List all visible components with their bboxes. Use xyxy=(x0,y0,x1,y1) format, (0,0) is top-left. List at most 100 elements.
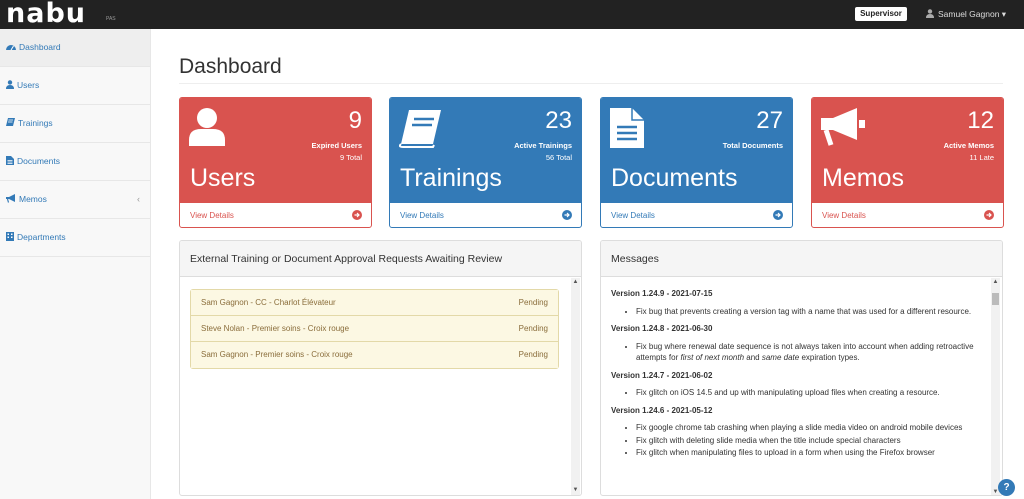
requests-list: Sam Gagnon - CC - Charlot Élévateur Pend… xyxy=(190,289,559,369)
panel-title: External Training or Document Approval R… xyxy=(180,241,581,277)
view-details-label: View Details xyxy=(822,211,866,220)
chevron-left-icon[interactable]: ‹ xyxy=(137,181,140,218)
scroll-up-icon[interactable]: ▲ xyxy=(991,278,1000,287)
view-details-label: View Details xyxy=(400,211,444,220)
document-icon xyxy=(610,108,644,148)
arrow-circle-right-icon xyxy=(562,210,572,220)
users-card: 9 Expired Users 9 Total Users View Detai… xyxy=(179,97,372,228)
arrow-circle-right-icon xyxy=(352,210,362,220)
scrollbar[interactable]: ▲ ▼ xyxy=(991,278,1000,495)
list-item[interactable]: Steve Nolan - Premier soins - Croix roug… xyxy=(191,316,558,342)
card-subtitle-2: 56 Total xyxy=(545,153,572,162)
sidebar-item-label: Users xyxy=(17,80,40,90)
bullhorn-icon xyxy=(821,108,865,146)
sidebar-item-users[interactable]: Users xyxy=(0,67,150,105)
book-icon xyxy=(6,118,15,126)
arrow-circle-right-icon xyxy=(984,210,994,220)
main-content: Dashboard 9 Expired Users 9 Total Users … xyxy=(151,29,1024,499)
sidebar-item-label: Dashboard xyxy=(19,42,61,52)
version-heading: Version 1.24.8 - 2021-06-30 xyxy=(611,324,713,333)
changelog-item: Fix google chrome tab crashing when play… xyxy=(636,422,989,434)
card-title: Trainings xyxy=(400,164,502,192)
user-icon xyxy=(6,80,14,89)
sidebar-item-dashboard[interactable]: Dashboard xyxy=(0,29,150,67)
approval-requests-panel: External Training or Document Approval R… xyxy=(179,240,582,496)
sidebar-item-departments[interactable]: Departments xyxy=(0,219,150,257)
card-count: 9 xyxy=(348,107,362,134)
card-count: 12 xyxy=(967,107,994,134)
changelog-list: Fix google chrome tab crashing when play… xyxy=(611,422,989,459)
sidebar-item-documents[interactable]: Documents xyxy=(0,143,150,181)
sidebar-item-label: Departments xyxy=(17,232,66,242)
panel-title: Messages xyxy=(601,241,1002,277)
card-count: 27 xyxy=(756,107,783,134)
list-item[interactable]: Sam Gagnon - Premier soins - Croix rouge… xyxy=(191,342,558,368)
changelog-list: Fix bug that prevents creating a version… xyxy=(611,306,989,318)
user-icon xyxy=(189,108,225,146)
card-header: 9 Expired Users 9 Total Users xyxy=(180,98,371,203)
help-button[interactable]: ? xyxy=(998,479,1015,496)
trainings-card: 23 Active Trainings 56 Total Trainings V… xyxy=(389,97,582,228)
request-name: Steve Nolan - Premier soins - Croix roug… xyxy=(201,324,350,333)
logo-subtitle: PAS xyxy=(106,16,116,22)
user-icon xyxy=(926,9,934,18)
messages-panel: Messages Version 1.24.9 - 2021-07-15 Fix… xyxy=(600,240,1003,496)
scroll-up-icon[interactable]: ▲ xyxy=(571,278,580,287)
user-name: Samuel Gagnon ▾ xyxy=(938,9,1007,19)
role-badge[interactable]: Supervisor xyxy=(855,7,907,21)
page-title: Dashboard xyxy=(179,55,282,78)
view-details-link[interactable]: View Details xyxy=(601,203,792,227)
card-title: Memos xyxy=(822,164,904,192)
user-menu[interactable]: Samuel Gagnon ▾ xyxy=(926,8,1006,20)
documents-card: 27 Total Documents Documents View Detail… xyxy=(600,97,793,228)
memos-card: 12 Active Memos 11 Late Memos View Detai… xyxy=(811,97,1004,228)
changelog-item: Fix glitch when manipulating files to up… xyxy=(636,447,989,459)
sidebar-item-label: Documents xyxy=(17,156,60,166)
version-heading: Version 1.24.9 - 2021-07-15 xyxy=(611,289,713,298)
request-name: Sam Gagnon - CC - Charlot Élévateur xyxy=(201,298,336,307)
view-details-link[interactable]: View Details xyxy=(390,203,581,227)
scrollbar[interactable]: ▲ ▼ xyxy=(571,278,580,495)
list-item[interactable]: Sam Gagnon - CC - Charlot Élévateur Pend… xyxy=(191,290,558,316)
messages-content: Version 1.24.9 - 2021-07-15 Fix bug that… xyxy=(611,288,989,465)
sidebar: Dashboard Users Trainings Documents Memo… xyxy=(0,29,151,499)
changelog-emphasis: first of next month xyxy=(680,353,745,362)
dashboard-icon xyxy=(6,45,16,51)
changelog-emphasis: same date xyxy=(761,353,800,362)
changelog-list: Fix glitch on iOS 14.5 and up with manip… xyxy=(611,387,989,399)
view-details-link[interactable]: View Details xyxy=(812,203,1003,227)
changelog-text: expiration types. xyxy=(799,353,860,362)
sidebar-item-trainings[interactable]: Trainings xyxy=(0,105,150,143)
card-count: 23 xyxy=(545,107,572,134)
card-subtitle-2: 9 Total xyxy=(340,153,362,162)
version-heading: Version 1.24.7 - 2021-06-02 xyxy=(611,370,713,380)
status-badge: Pending xyxy=(518,350,548,359)
app-logo[interactable]: nabu xyxy=(6,0,86,27)
request-name: Sam Gagnon - Premier soins - Croix rouge xyxy=(201,350,353,359)
sidebar-item-label: Trainings xyxy=(18,118,53,128)
card-header: 23 Active Trainings 56 Total Trainings xyxy=(390,98,581,203)
view-details-link[interactable]: View Details xyxy=(180,203,371,227)
card-subtitle: Expired Users xyxy=(311,141,362,150)
top-navbar: nabu PAS Supervisor Samuel Gagnon ▾ xyxy=(0,0,1024,29)
card-subtitle-2: 11 Late xyxy=(969,153,994,162)
bullhorn-icon xyxy=(6,194,15,203)
changelog-list: Fix bug where renewal date sequence is n… xyxy=(611,341,989,364)
status-badge: Pending xyxy=(518,324,548,333)
view-details-label: View Details xyxy=(611,211,655,220)
building-icon xyxy=(6,232,14,241)
changelog-text: and xyxy=(744,353,762,362)
scroll-down-icon[interactable]: ▼ xyxy=(571,486,580,495)
version-heading: Version 1.24.6 - 2021-05-12 xyxy=(611,405,713,415)
title-divider xyxy=(179,83,1003,84)
book-icon xyxy=(399,110,441,148)
status-badge: Pending xyxy=(518,298,548,307)
document-icon xyxy=(6,156,14,165)
changelog-item: Fix glitch with deleting slide media whe… xyxy=(636,435,989,447)
sidebar-item-memos[interactable]: Memos ‹ xyxy=(0,181,150,219)
changelog-item: Fix glitch on iOS 14.5 and up with manip… xyxy=(636,387,989,399)
card-subtitle: Total Documents xyxy=(722,141,783,150)
card-header: 27 Total Documents Documents xyxy=(601,98,792,203)
view-details-label: View Details xyxy=(190,211,234,220)
scrollbar-thumb[interactable] xyxy=(992,293,999,305)
